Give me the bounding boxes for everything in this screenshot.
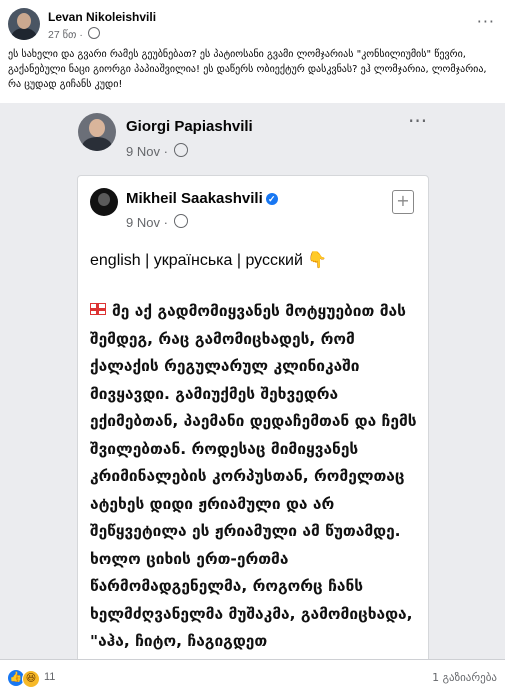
shared-author-name: Mikheil Saakashvili ✓ — [126, 190, 278, 207]
post-time[interactable]: 27 წთ — [48, 29, 76, 41]
screenshot-author-name: Giorgi Papiashvili — [126, 118, 253, 135]
save-icon: + — [392, 190, 414, 214]
screenshot-separator: · — [163, 144, 168, 159]
post-footer: 👍 😆 11 1 გაზიარება — [0, 659, 505, 698]
shared-date: 9 Nov — [126, 215, 160, 230]
screenshot-meta: 9 Nov · — [126, 143, 188, 159]
author-name[interactable]: Levan Nikoleishvili — [48, 10, 156, 24]
post-header: Levan Nikoleishvili 27 წთ · ··· — [8, 8, 497, 44]
post-image[interactable]: Giorgi Papiashvili 9 Nov · ··· Mikheil S… — [0, 103, 505, 659]
verified-badge-icon: ✓ — [265, 193, 278, 205]
author-avatar[interactable] — [8, 8, 40, 40]
screenshot-more-icon: ··· — [408, 109, 428, 133]
meta-separator: · — [79, 29, 83, 41]
shared-body-text: მე აქ გადმომიყვანეს მოტყუებით მას შემდეგ… — [90, 302, 417, 650]
post-text: ეს სახელი და გვარი რამეს გეუბნებათ? ეს პ… — [8, 49, 487, 90]
language-line: english | українська | русский 👇 — [90, 252, 328, 269]
more-options-button[interactable]: ··· — [477, 12, 495, 31]
shared-post-body: მე აქ გადმომიყვანეს მოტყუებით მას შემდეგ… — [90, 298, 420, 656]
post-meta: 27 წთ · — [48, 27, 100, 41]
share-count[interactable]: 1 გაზიარება — [432, 671, 497, 684]
shared-globe-icon — [173, 214, 188, 228]
shared-separator: · — [163, 215, 168, 230]
screenshot-globe-icon — [173, 143, 188, 157]
globe-icon — [87, 27, 100, 39]
georgia-flag-icon — [90, 303, 106, 315]
screenshot-author-avatar — [78, 113, 116, 151]
reaction-count[interactable]: 11 — [44, 671, 55, 683]
shared-post-card: Mikheil Saakashvili ✓ 9 Nov · + english |… — [77, 175, 429, 659]
screenshot-date: 9 Nov — [126, 144, 160, 159]
haha-reaction-icon[interactable]: 😆 — [22, 670, 40, 688]
shared-meta: 9 Nov · — [126, 214, 188, 230]
shared-author-label: Mikheil Saakashvili — [126, 190, 263, 207]
shared-author-avatar — [90, 188, 118, 216]
